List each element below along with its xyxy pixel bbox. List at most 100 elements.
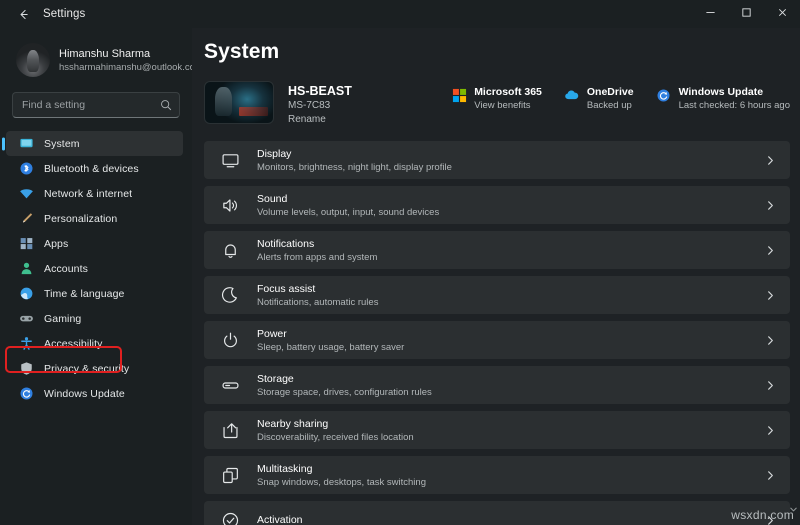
status-card-text: Windows Update Last checked: 6 hours ago <box>679 85 790 112</box>
sidebar-item-accounts[interactable]: Accounts <box>6 256 183 281</box>
settings-row-text: Storage Storage space, drives, configura… <box>257 372 432 399</box>
settings-row-text: Activation <box>257 513 303 525</box>
settings-row-title: Notifications <box>257 237 377 251</box>
onedrive-cloud-icon <box>564 87 580 103</box>
minimize-icon <box>705 5 716 23</box>
account-card[interactable]: Himanshu Sharma hssharmahimanshu@outlook… <box>12 39 182 81</box>
settings-row-title: Activation <box>257 513 303 525</box>
settings-row-subtitle: Storage space, drives, configuration rul… <box>257 386 432 399</box>
settings-row-title: Multitasking <box>257 462 426 476</box>
desktop-wallpaper-thumbnail <box>204 81 274 124</box>
sidebar-nav: System Bluetooth & devices Network & int… <box>0 131 192 406</box>
microsoft-logo-icon <box>451 87 467 103</box>
settings-row-display[interactable]: Display Monitors, brightness, night ligh… <box>204 141 790 179</box>
sidebar-item-gaming[interactable]: Gaming <box>6 306 183 331</box>
settings-row-storage[interactable]: Storage Storage space, drives, configura… <box>204 366 790 404</box>
title-bar: Settings <box>0 0 800 28</box>
bell-icon <box>220 240 240 260</box>
sidebar: Himanshu Sharma hssharmahimanshu@outlook… <box>0 28 192 525</box>
scroll-down-indicator[interactable] <box>789 501 798 519</box>
sidebar-item-label: Apps <box>44 238 68 250</box>
paintbrush-icon <box>18 211 34 227</box>
rename-link[interactable]: Rename <box>288 113 352 127</box>
settings-row-title: Nearby sharing <box>257 417 414 431</box>
chevron-right-icon <box>765 245 776 256</box>
app-title: Settings <box>43 8 85 20</box>
status-card-text: Microsoft 365 View benefits <box>474 85 542 112</box>
wifi-icon <box>18 186 34 202</box>
window-controls <box>692 0 800 28</box>
back-arrow-icon <box>17 8 30 21</box>
settings-list: Display Monitors, brightness, night ligh… <box>204 141 790 525</box>
sidebar-item-label: Network & internet <box>44 188 132 200</box>
windows-stack-icon <box>220 465 240 485</box>
status-card-title: Windows Update <box>679 85 790 99</box>
share-icon <box>220 420 240 440</box>
settings-window: Settings Himanshu Sharm <box>0 0 800 525</box>
power-icon <box>220 330 240 350</box>
sidebar-item-windows-update[interactable]: Windows Update <box>6 381 183 406</box>
shield-icon <box>18 361 34 377</box>
settings-row-title: Sound <box>257 192 439 206</box>
sidebar-item-accessibility[interactable]: Accessibility <box>6 331 183 356</box>
sidebar-item-bluetooth-devices[interactable]: Bluetooth & devices <box>6 156 183 181</box>
status-card-subtitle: Last checked: 6 hours ago <box>679 99 790 112</box>
chevron-right-icon <box>765 335 776 346</box>
status-card-onedrive[interactable]: OneDrive Backed up <box>564 85 634 112</box>
account-email: hssharmahimanshu@outlook.com <box>59 61 178 74</box>
settings-row-title: Power <box>257 327 404 341</box>
status-card-windows-update[interactable]: Windows Update Last checked: 6 hours ago <box>656 85 790 112</box>
settings-row-sound[interactable]: Sound Volume levels, output, input, soun… <box>204 186 790 224</box>
settings-row-text: Focus assist Notifications, automatic ru… <box>257 282 378 309</box>
settings-row-text: Power Sleep, battery usage, battery save… <box>257 327 404 354</box>
apps-grid-icon <box>18 236 34 252</box>
close-icon <box>777 5 788 23</box>
status-card-microsoft-365[interactable]: Microsoft 365 View benefits <box>451 85 542 112</box>
settings-row-activation[interactable]: Activation <box>204 501 790 525</box>
maximize-icon <box>741 5 752 23</box>
close-button[interactable] <box>764 0 800 28</box>
settings-row-notifications[interactable]: Notifications Alerts from apps and syste… <box>204 231 790 269</box>
account-name: Himanshu Sharma <box>59 47 178 61</box>
chevron-right-icon <box>765 515 776 525</box>
maximize-button[interactable] <box>728 0 764 28</box>
clock-globe-icon <box>18 286 34 302</box>
settings-row-text: Multitasking Snap windows, desktops, tas… <box>257 462 426 489</box>
settings-row-text: Display Monitors, brightness, night ligh… <box>257 147 452 174</box>
chevron-right-icon <box>765 290 776 301</box>
sidebar-item-privacy-security[interactable]: Privacy & security <box>6 356 183 381</box>
settings-row-focus-assist[interactable]: Focus assist Notifications, automatic ru… <box>204 276 790 314</box>
status-card-subtitle: Backed up <box>587 99 634 112</box>
accessibility-icon <box>18 336 34 352</box>
settings-row-text: Sound Volume levels, output, input, soun… <box>257 192 439 219</box>
moon-icon <box>220 285 240 305</box>
sidebar-item-label: Accessibility <box>44 338 102 350</box>
sidebar-item-label: Windows Update <box>44 388 125 400</box>
sidebar-item-time-language[interactable]: Time & language <box>6 281 183 306</box>
sidebar-item-label: Time & language <box>44 288 125 300</box>
device-model: MS-7C83 <box>288 99 352 113</box>
sidebar-item-system[interactable]: System <box>6 131 183 156</box>
update-refresh-icon <box>18 386 34 402</box>
back-button[interactable] <box>8 1 38 27</box>
settings-row-nearby-sharing[interactable]: Nearby sharing Discoverability, received… <box>204 411 790 449</box>
sidebar-item-label: Personalization <box>44 213 117 225</box>
search-input[interactable] <box>12 92 180 118</box>
status-card-text: OneDrive Backed up <box>587 85 634 112</box>
settings-row-subtitle: Volume levels, output, input, sound devi… <box>257 206 439 219</box>
sidebar-item-network-internet[interactable]: Network & internet <box>6 181 183 206</box>
page-title: System <box>204 40 800 64</box>
gamepad-icon <box>18 311 34 327</box>
sidebar-item-apps[interactable]: Apps <box>6 231 183 256</box>
settings-row-text: Nearby sharing Discoverability, received… <box>257 417 414 444</box>
status-card-title: OneDrive <box>587 85 634 99</box>
minimize-button[interactable] <box>692 0 728 28</box>
main-content: System HS-BEAST MS-7C83 Rename Microsoft… <box>192 28 800 525</box>
settings-row-power[interactable]: Power Sleep, battery usage, battery save… <box>204 321 790 359</box>
settings-row-title: Display <box>257 147 452 161</box>
sidebar-item-label: Accounts <box>44 263 88 275</box>
chevron-right-icon <box>765 200 776 211</box>
settings-row-multitasking[interactable]: Multitasking Snap windows, desktops, tas… <box>204 456 790 494</box>
sidebar-item-personalization[interactable]: Personalization <box>6 206 183 231</box>
account-text: Himanshu Sharma hssharmahimanshu@outlook… <box>59 47 178 74</box>
